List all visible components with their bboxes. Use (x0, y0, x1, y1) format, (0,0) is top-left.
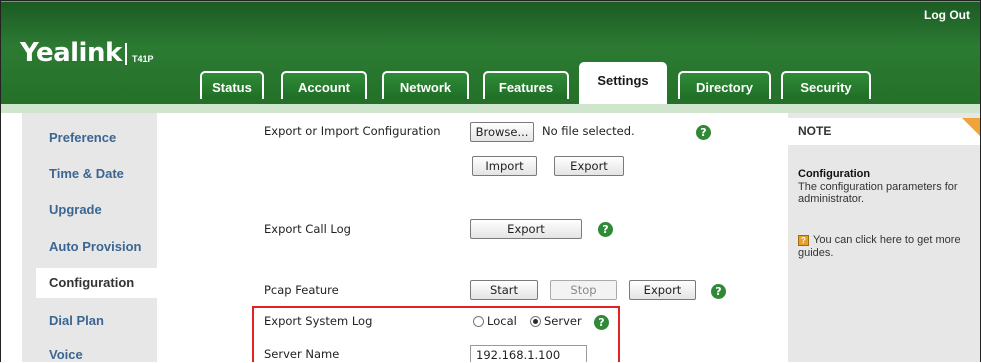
server-name-input[interactable] (470, 345, 587, 362)
logout-link[interactable]: Log Out (924, 8, 970, 22)
yealink-logo: Yealink (20, 38, 122, 68)
pcap-start-button[interactable]: Start (470, 280, 538, 300)
note-title: NOTE (798, 124, 832, 138)
help-icon[interactable]: ? (594, 315, 609, 330)
tab-features[interactable]: Features (483, 71, 569, 99)
server-radio-label: Server (544, 314, 582, 328)
header-underline (1, 104, 980, 113)
export-call-log-label: Export Call Log (264, 222, 351, 236)
file-status-text: No file selected. (542, 124, 635, 138)
note-subtitle: Configuration (798, 168, 871, 180)
sidebar-item-dial-plan[interactable]: Dial Plan (49, 313, 104, 328)
server-radio[interactable] (530, 316, 541, 327)
sidebar-item-configuration[interactable]: Configuration (36, 268, 160, 298)
tab-settings[interactable]: Settings (579, 62, 667, 104)
export-import-config-label: Export or Import Configuration (264, 124, 441, 138)
server-name-label: Server Name (264, 347, 340, 361)
logo-divider (125, 43, 127, 65)
export-config-button[interactable]: Export (554, 156, 624, 176)
sidebar-item-upgrade[interactable]: Upgrade (49, 202, 102, 217)
header-bar: Yealink T41P Log Out Status Account Netw… (1, 1, 980, 104)
sidebar-item-preference[interactable]: Preference (49, 130, 116, 145)
guide-link[interactable]: You can click here to get more guides. (798, 234, 974, 260)
web-page: Yealink T41P Log Out Status Account Netw… (0, 0, 981, 362)
tab-status[interactable]: Status (200, 71, 264, 99)
note-corner-accent (962, 118, 980, 136)
import-button[interactable]: Import (472, 156, 537, 176)
note-description: The configuration parameters for adminis… (798, 181, 958, 205)
help-icon[interactable]: ? (598, 222, 613, 237)
note-panel: NOTE Configuration The configuration par… (788, 113, 980, 362)
sidebar-item-time-date[interactable]: Time & Date (49, 166, 124, 181)
sidebar-item-voice[interactable]: Voice (49, 347, 83, 362)
pcap-feature-label: Pcap Feature (264, 283, 339, 297)
sidebar-item-auto-provision[interactable]: Auto Provision (49, 239, 141, 254)
tab-directory[interactable]: Directory (678, 71, 771, 99)
pcap-export-button[interactable]: Export (629, 280, 696, 300)
tab-account[interactable]: Account (281, 71, 367, 99)
export-system-log-label: Export System Log (264, 314, 373, 328)
export-call-log-button[interactable]: Export (470, 219, 582, 239)
help-icon[interactable]: ? (711, 284, 726, 299)
browse-button[interactable]: Browse... (470, 122, 534, 142)
sidebar: Preference Time & Date Upgrade Auto Prov… (22, 113, 160, 362)
local-radio-label: Local (487, 314, 517, 328)
help-icon[interactable]: ? (696, 125, 711, 140)
tab-security[interactable]: Security (781, 71, 871, 99)
note-header: NOTE (788, 118, 980, 145)
header-highlight (1, 1, 980, 2)
local-radio[interactable] (473, 316, 484, 327)
tab-network[interactable]: Network (382, 71, 469, 99)
pcap-stop-button[interactable]: Stop (550, 280, 617, 300)
model-label: T41P (132, 54, 154, 64)
